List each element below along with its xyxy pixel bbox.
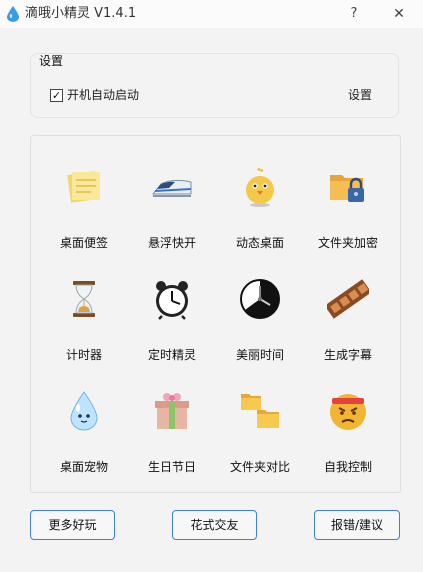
feature-folder-encrypt[interactable]: 文件夹加密	[306, 152, 390, 252]
feature-subtitles[interactable]: 生成字幕	[306, 264, 390, 364]
film-strip-icon	[327, 279, 369, 319]
feedback-button[interactable]: 报错/建议	[314, 510, 400, 540]
feature-label: 计时器	[65, 348, 102, 362]
feature-label: 悬浮快开	[147, 236, 196, 250]
feature-desktop-pet[interactable]: 桌面宠物	[42, 376, 126, 476]
make-friends-button[interactable]: 花式交友	[172, 510, 257, 540]
feature-label: 动态桌面	[235, 236, 284, 250]
feature-label: 生成字幕	[323, 348, 372, 362]
feature-birthday-holiday[interactable]: 生日节日	[130, 376, 214, 476]
feature-beautiful-time[interactable]: 美丽时间	[218, 264, 302, 364]
more-fun-button[interactable]: 更多好玩	[30, 510, 115, 540]
chick-icon	[246, 168, 274, 207]
feature-dynamic-desktop[interactable]: 动态桌面	[218, 152, 302, 252]
water-drop-app-icon	[7, 6, 19, 22]
alarm-clock-icon	[156, 281, 188, 320]
window-title: 滴哦小精灵 V1.4.1	[25, 6, 137, 21]
sticky-note-icon	[67, 171, 100, 203]
bullet-train-icon	[151, 179, 192, 197]
feature-label: 桌面宠物	[59, 460, 108, 474]
folders-compare-icon	[241, 394, 279, 428]
title-bar: 滴哦小精灵 V1.4.1 ? ✕	[0, 0, 423, 28]
feature-label: 文件夹加密	[317, 236, 378, 250]
gift-box-icon	[155, 393, 189, 429]
hourglass-icon	[73, 281, 95, 317]
feature-label: 自我控制	[323, 460, 372, 474]
autostart-label[interactable]: 开机自动启动	[67, 87, 139, 103]
feature-label: 桌面便签	[59, 236, 108, 250]
settings-group-title: 设置	[39, 54, 64, 68]
feature-folder-compare[interactable]: 文件夹对比	[218, 376, 302, 476]
close-button[interactable]: ✕	[385, 3, 413, 25]
feature-desktop-notes[interactable]: 桌面便签	[42, 152, 126, 252]
feature-self-control[interactable]: 自我控制	[306, 376, 390, 476]
water-drop-icon	[70, 391, 98, 431]
feature-label: 美丽时间	[235, 348, 284, 362]
feature-label: 定时精灵	[147, 348, 196, 362]
settings-button[interactable]: 设置	[340, 83, 380, 107]
feature-grid: 桌面便签 悬浮快开 动态桌面 文件夹加密 计时器 定时精灵 美丽时间 生成字幕 …	[30, 135, 401, 493]
feature-timer[interactable]: 计时器	[42, 264, 126, 364]
clock-face-icon	[240, 279, 280, 319]
feature-label: 文件夹对比	[229, 460, 290, 474]
angry-face-icon	[330, 394, 366, 430]
feature-scheduler[interactable]: 定时精灵	[130, 264, 214, 364]
feature-floating-launch[interactable]: 悬浮快开	[130, 152, 214, 252]
autostart-checkbox[interactable]: ✓	[50, 89, 63, 102]
help-button[interactable]: ?	[341, 3, 367, 25]
folder-lock-icon	[330, 175, 364, 202]
feature-label: 生日节日	[147, 460, 196, 474]
